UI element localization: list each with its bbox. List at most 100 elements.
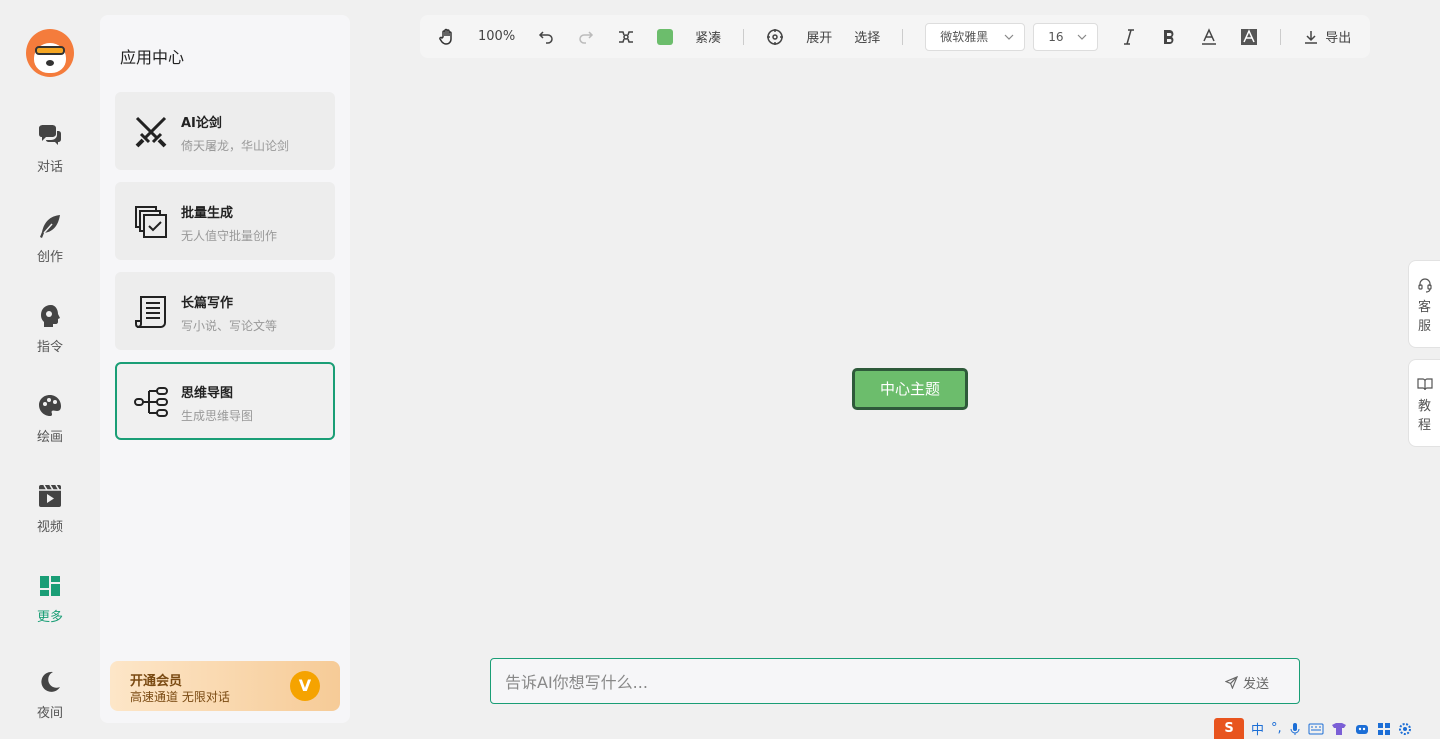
mindmap-root-node[interactable]: 中心主题: [852, 368, 968, 410]
settings-icon[interactable]: [1398, 722, 1412, 736]
nav-item-more[interactable]: 更多: [0, 572, 100, 642]
vip-badge-icon: V: [290, 671, 320, 701]
vip-banner[interactable]: 开通会员 高速通道 无限对话 V: [110, 661, 340, 711]
keyboard-icon[interactable]: [1308, 723, 1324, 735]
headset-icon: [1417, 278, 1432, 293]
app-card-mindmap[interactable]: 思维导图 生成思维导图: [115, 362, 335, 440]
nav-item-chat[interactable]: 对话: [0, 122, 100, 192]
send-button[interactable]: 发送: [1224, 673, 1269, 692]
nav-item-create[interactable]: 创作: [0, 212, 100, 282]
microphone-icon[interactable]: [1289, 722, 1301, 736]
prompt-input-bar: 发送: [490, 658, 1300, 704]
highlight-icon: [1241, 28, 1258, 45]
tutorial-label-2: 程: [1417, 418, 1431, 433]
color-swatch: [657, 28, 674, 45]
font-family-select[interactable]: 微软雅黑: [925, 22, 1026, 51]
nav-item-command[interactable]: 指令: [0, 302, 100, 372]
mindmap-icon: [134, 387, 168, 417]
bold-icon: [1164, 29, 1174, 44]
service-label-1: 客: [1417, 300, 1431, 315]
redo-button[interactable]: [577, 15, 595, 58]
toolbar-divider: [902, 28, 904, 45]
nav-label: 夜间: [36, 706, 63, 721]
nav-item-night[interactable]: 夜间: [0, 668, 100, 738]
structure-icon: [619, 30, 634, 43]
select-button[interactable]: 选择: [854, 15, 880, 58]
ime-punctuation[interactable]: °,: [1271, 721, 1282, 736]
undo-button[interactable]: [537, 15, 555, 58]
prompt-input[interactable]: [505, 669, 1205, 695]
undo-icon: [539, 30, 553, 44]
font-size-value: 16: [1048, 29, 1064, 44]
target-icon: [767, 28, 784, 45]
hand-tool-button[interactable]: [438, 15, 456, 58]
node-color-button[interactable]: [657, 15, 674, 58]
book-icon: [1416, 378, 1433, 391]
app-card-ai-duel[interactable]: AI论剑 倚天屠龙，华山论剑: [115, 92, 335, 170]
nav-label: 对话: [36, 160, 63, 175]
robot-icon[interactable]: [1354, 722, 1370, 736]
font-color-icon: [1202, 27, 1217, 45]
nav-label: 指令: [36, 340, 63, 355]
expand-button[interactable]: 展开: [806, 15, 832, 58]
tutorial-tab[interactable]: 教 程: [1408, 359, 1440, 447]
bold-button[interactable]: [1160, 15, 1178, 58]
toolbox-icon[interactable]: [1377, 722, 1391, 736]
toolbar-divider: [743, 28, 745, 45]
nav-item-video[interactable]: 视频: [0, 482, 100, 552]
grid-icon: [40, 576, 60, 596]
app-logo[interactable]: [26, 29, 74, 77]
ime-mode[interactable]: 中: [1251, 719, 1264, 738]
italic-button[interactable]: [1120, 15, 1138, 58]
layout-compact-button[interactable]: 紧凑: [695, 15, 721, 58]
mindmap-toolbar: 100% 紧凑 展开 选择 微软雅黑 16 导出: [420, 15, 1370, 58]
head-icon: [41, 305, 60, 327]
logo-nose: [46, 60, 54, 66]
highlight-button[interactable]: [1240, 15, 1258, 58]
tutorial-label-1: 教: [1417, 399, 1431, 414]
nav-label: 更多: [36, 610, 63, 625]
card-title: AI论剑: [181, 116, 222, 131]
send-icon: [1224, 676, 1238, 689]
vip-subtitle: 高速通道 无限对话: [130, 690, 230, 704]
zoom-level[interactable]: 100%: [478, 15, 515, 58]
video-icon: [39, 484, 61, 507]
card-subtitle: 无人值守批量创作: [181, 229, 278, 243]
left-nav: 对话 创作 指令 绘画 视频 更多 夜间: [0, 0, 100, 739]
card-title: 批量生成: [181, 206, 234, 221]
skin-icon[interactable]: [1331, 722, 1347, 736]
service-label-2: 服: [1417, 319, 1431, 334]
toolbar-divider: [1280, 28, 1282, 45]
panel-title: 应用中心: [120, 48, 185, 67]
hand-icon: [439, 28, 452, 45]
ime-toolbar: S 中 °,: [1214, 718, 1440, 739]
palette-icon: [39, 395, 61, 416]
customer-service-tab[interactable]: 客 服: [1408, 260, 1440, 348]
card-title: 长篇写作: [181, 296, 234, 311]
redo-icon: [579, 30, 594, 44]
ime-logo-icon[interactable]: S: [1214, 718, 1244, 739]
card-subtitle: 写小说、写论文等: [181, 319, 278, 333]
font-size-select[interactable]: 16: [1033, 22, 1099, 51]
app-card-long-writing[interactable]: 长篇写作 写小说、写论文等: [115, 272, 335, 350]
crossed-swords-icon: [135, 116, 167, 148]
batch-check-icon: [135, 206, 167, 238]
nav-label: 绘画: [36, 430, 63, 445]
font-family-value: 微软雅黑: [940, 30, 989, 44]
nav-item-draw[interactable]: 绘画: [0, 392, 100, 462]
feather-icon: [40, 215, 60, 238]
card-title: 思维导图: [181, 386, 234, 401]
send-label: 发送: [1242, 677, 1269, 692]
font-color-button[interactable]: [1200, 15, 1218, 58]
card-subtitle: 倚天屠龙，华山论剑: [181, 139, 290, 153]
italic-icon: [1124, 28, 1135, 45]
chevron-down-icon: [1077, 34, 1087, 40]
export-button[interactable]: 导出: [1303, 15, 1351, 58]
structure-button[interactable]: [617, 15, 635, 58]
app-card-batch[interactable]: 批量生成 无人值守批量创作: [115, 182, 335, 260]
target-button[interactable]: [766, 15, 784, 58]
moon-icon: [41, 671, 60, 692]
download-icon: [1305, 30, 1318, 44]
scroll-icon: [135, 296, 166, 328]
nav-label: 创作: [36, 250, 63, 265]
